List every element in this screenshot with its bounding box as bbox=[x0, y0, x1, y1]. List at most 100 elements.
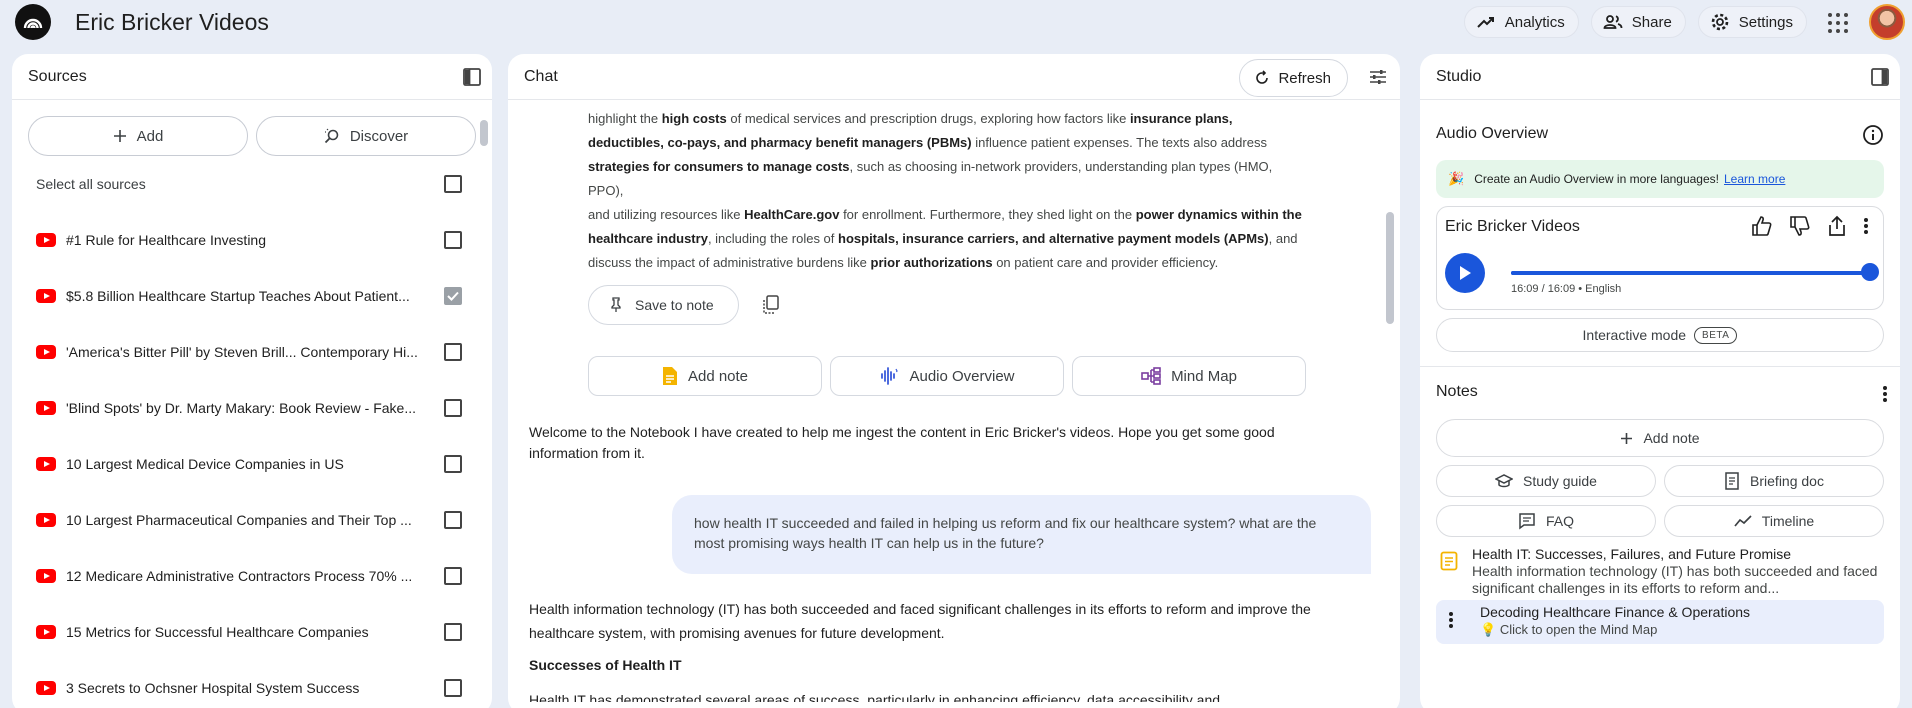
source-item[interactable]: 'Blind Spots' by Dr. Marty Makary: Book … bbox=[36, 380, 462, 436]
audio-overview-suggestion-label: Audio Overview bbox=[909, 367, 1015, 385]
audio-progress-bar[interactable] bbox=[1511, 263, 1879, 281]
chat-title: Chat bbox=[524, 67, 558, 85]
studio-add-note-button[interactable]: Add note bbox=[1436, 419, 1884, 457]
source-checkbox[interactable] bbox=[444, 567, 462, 585]
briefing-doc-button[interactable]: Briefing doc bbox=[1664, 465, 1884, 497]
copy-icon[interactable] bbox=[762, 295, 780, 315]
gear-icon bbox=[1711, 13, 1729, 31]
note-icon bbox=[662, 367, 677, 385]
welcome-message: Welcome to the Notebook I have created t… bbox=[529, 424, 1275, 461]
add-source-label: Add bbox=[136, 127, 164, 145]
source-checkbox[interactable] bbox=[444, 455, 462, 473]
source-item[interactable]: 10 Largest Medical Device Companies in U… bbox=[36, 436, 462, 492]
tune-icon[interactable] bbox=[1368, 67, 1388, 87]
source-checkbox[interactable] bbox=[444, 511, 462, 529]
source-item[interactable]: 'America's Bitter Pill' by Steven Brill.… bbox=[36, 324, 462, 380]
study-guide-button[interactable]: Study guide bbox=[1436, 465, 1656, 497]
notes-more-vert-icon[interactable] bbox=[1882, 384, 1888, 404]
top-bar: Eric Bricker Videos Analytics Share Sett… bbox=[0, 0, 1912, 44]
language-banner: 🎉 Create an Audio Overview in more langu… bbox=[1436, 160, 1884, 198]
mind-map-suggestion-label: Mind Map bbox=[1171, 367, 1237, 385]
source-label: 'Blind Spots' by Dr. Marty Makary: Book … bbox=[66, 400, 417, 416]
source-item[interactable]: #1 Rule for Healthcare Investing bbox=[36, 212, 462, 268]
source-label: 'America's Bitter Pill' by Steven Brill.… bbox=[66, 344, 418, 360]
settings-button[interactable]: Settings bbox=[1697, 6, 1807, 38]
play-button[interactable] bbox=[1445, 253, 1485, 293]
faq-button[interactable]: FAQ bbox=[1436, 505, 1656, 537]
timeline-button[interactable]: Timeline bbox=[1664, 505, 1884, 537]
mind-map-suggestion-button[interactable]: Mind Map bbox=[1072, 356, 1306, 396]
youtube-icon bbox=[36, 457, 56, 471]
source-checkbox[interactable] bbox=[444, 231, 462, 249]
source-checkbox[interactable] bbox=[444, 343, 462, 361]
discover-label: Discover bbox=[349, 127, 409, 145]
source-label: $5.8 Billion Healthcare Startup Teaches … bbox=[66, 288, 410, 304]
analytics-label: Analytics bbox=[1504, 13, 1565, 31]
studio-panel: Studio Audio Overview 🎉 Create an Audio … bbox=[1420, 54, 1900, 708]
source-checkbox[interactable] bbox=[444, 623, 462, 641]
apps-grid-icon[interactable] bbox=[1825, 10, 1849, 34]
sources-scrollbar[interactable] bbox=[480, 120, 488, 146]
party-popper-icon: 🎉 bbox=[1448, 171, 1465, 186]
discover-button[interactable]: Discover bbox=[256, 116, 476, 156]
trending-up-icon bbox=[1477, 17, 1494, 28]
plus-icon bbox=[113, 130, 126, 142]
source-checkbox[interactable] bbox=[444, 679, 462, 697]
settings-label: Settings bbox=[1738, 13, 1793, 31]
share-icon[interactable] bbox=[1827, 215, 1847, 237]
mind-map-note-hint: Click to open the Mind Map bbox=[1499, 622, 1658, 637]
select-all-row[interactable]: Select all sources bbox=[12, 156, 492, 212]
chat-scroll-area: highlight the high costs of medical serv… bbox=[508, 101, 1400, 708]
response-text: highlight the high costs of medical serv… bbox=[588, 111, 1302, 270]
studio-add-note-label: Add note bbox=[1643, 430, 1700, 446]
audio-progress-handle[interactable] bbox=[1861, 263, 1879, 281]
source-item[interactable]: 3 Secrets to Ochsner Hospital System Suc… bbox=[36, 660, 462, 708]
sources-title: Sources bbox=[28, 67, 87, 85]
youtube-icon bbox=[36, 233, 56, 247]
source-item[interactable]: 12 Medicare Administrative Contractors P… bbox=[36, 548, 462, 604]
source-label: #1 Rule for Healthcare Investing bbox=[66, 232, 266, 248]
mind-map-note-item[interactable]: Decoding Healthcare Finance & Operations… bbox=[1436, 600, 1884, 644]
share-button[interactable]: Share bbox=[1590, 6, 1686, 38]
notebook-title[interactable]: Eric Bricker Videos bbox=[75, 9, 269, 36]
chat-header: Chat Refresh bbox=[508, 54, 1400, 100]
more-vert-icon[interactable] bbox=[1863, 216, 1869, 236]
note-icon bbox=[1440, 551, 1458, 571]
source-item[interactable]: 15 Metrics for Successful Healthcare Com… bbox=[36, 604, 462, 660]
collapse-panel-icon[interactable] bbox=[462, 67, 482, 87]
audio-overview-card: Eric Bricker Videos 16:09 / 16:09 • Engl… bbox=[1436, 206, 1884, 310]
avatar[interactable] bbox=[1869, 4, 1905, 40]
source-checkbox[interactable] bbox=[444, 287, 462, 305]
source-checkbox[interactable] bbox=[444, 399, 462, 417]
audio-overview-suggestion-button[interactable]: Audio Overview bbox=[830, 356, 1064, 396]
notes-title: Notes bbox=[1436, 383, 1478, 400]
collapse-studio-icon[interactable] bbox=[1870, 67, 1890, 87]
analytics-button[interactable]: Analytics bbox=[1463, 6, 1579, 38]
info-icon[interactable] bbox=[1862, 124, 1884, 146]
timeline-label: Timeline bbox=[1761, 513, 1815, 529]
source-item[interactable]: 10 Largest Pharmaceutical Companies and … bbox=[36, 492, 462, 548]
select-all-label: Select all sources bbox=[36, 176, 146, 192]
more-vert-icon[interactable] bbox=[1448, 610, 1454, 630]
source-label: 10 Largest Pharmaceutical Companies and … bbox=[66, 512, 412, 528]
select-all-checkbox[interactable] bbox=[444, 175, 462, 193]
plus-icon bbox=[1621, 432, 1633, 444]
briefing-doc-label: Briefing doc bbox=[1750, 473, 1824, 489]
refresh-button[interactable]: Refresh bbox=[1239, 59, 1348, 97]
chat-panel: Chat Refresh highlight the high costs of… bbox=[508, 54, 1400, 708]
note-item[interactable]: Health IT: Successes, Failures, and Futu… bbox=[1436, 542, 1884, 598]
learn-more-link[interactable]: Learn more bbox=[1724, 172, 1785, 186]
thumbs-down-icon[interactable] bbox=[1789, 215, 1811, 237]
interactive-mode-button[interactable]: Interactive mode BETA bbox=[1436, 318, 1884, 352]
add-note-suggestion-button[interactable]: Add note bbox=[588, 356, 822, 396]
thumbs-up-icon[interactable] bbox=[1751, 215, 1773, 237]
add-source-button[interactable]: Add bbox=[28, 116, 248, 156]
refresh-icon bbox=[1256, 70, 1269, 84]
source-item[interactable]: $5.8 Billion Healthcare Startup Teaches … bbox=[36, 268, 462, 324]
source-label: 12 Medicare Administrative Contractors P… bbox=[66, 568, 413, 584]
briefing-doc-icon bbox=[1725, 472, 1739, 490]
notebooklm-logo-icon[interactable] bbox=[15, 4, 51, 40]
chat-scrollbar[interactable] bbox=[1386, 212, 1394, 324]
mind-map-icon bbox=[1141, 367, 1161, 385]
save-to-note-button[interactable]: Save to note bbox=[588, 285, 739, 325]
